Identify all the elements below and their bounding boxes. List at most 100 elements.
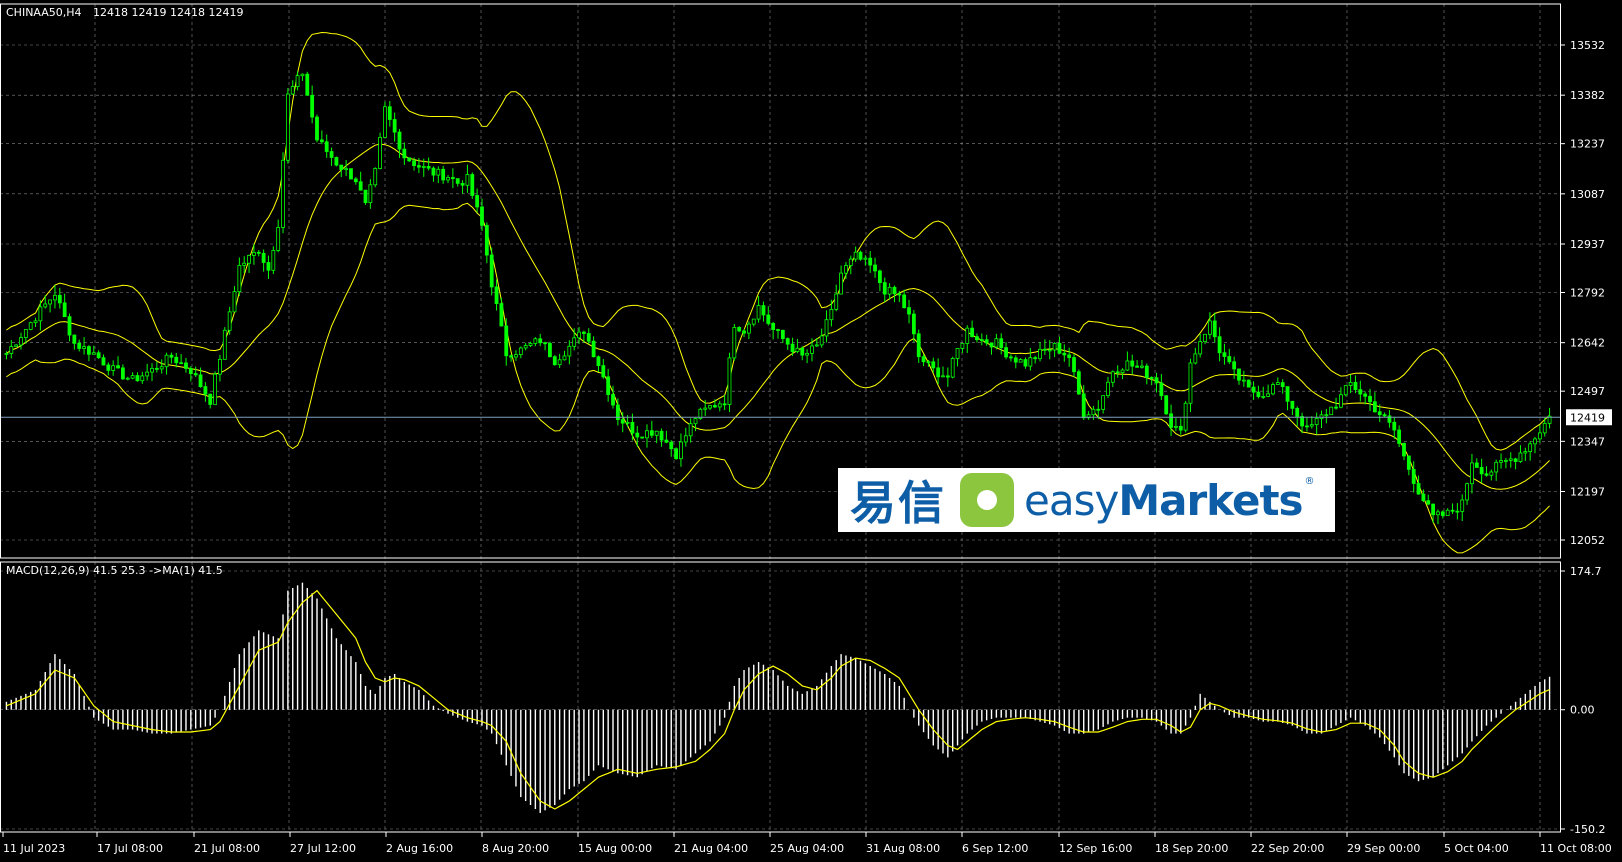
candle-body	[271, 250, 276, 271]
candle-body	[120, 367, 125, 380]
time-tick-label: 21 Jul 08:00	[194, 842, 260, 855]
candle-body	[713, 405, 717, 408]
candle-body	[1033, 357, 1038, 360]
candle-body	[62, 302, 67, 318]
candle-body	[955, 348, 960, 359]
candle-body	[358, 181, 363, 191]
candle-body	[383, 106, 387, 138]
price-candles	[4, 71, 1552, 525]
macd-tick-label: 174.7	[1570, 565, 1602, 578]
candle-body	[154, 367, 159, 370]
candle-body	[116, 365, 120, 369]
candle-body	[1130, 360, 1135, 367]
candle-body	[596, 356, 601, 367]
candle-body	[106, 364, 111, 371]
candle-body	[150, 367, 154, 373]
watermark-en-light: easy	[1024, 475, 1119, 525]
candle-body	[674, 448, 678, 460]
candle-body	[237, 264, 242, 293]
candle-body	[810, 345, 814, 354]
candle-body	[1144, 365, 1149, 378]
candle-body	[1290, 400, 1295, 409]
candle-body	[111, 365, 116, 371]
candle-body	[795, 347, 800, 353]
candle-body	[994, 338, 999, 348]
candle-body	[407, 157, 412, 162]
candle-body	[562, 355, 567, 361]
candle-body	[717, 403, 722, 408]
candle-body	[1207, 320, 1212, 335]
candle-body	[581, 331, 586, 334]
candle-body	[339, 164, 344, 170]
candle-body	[256, 251, 261, 254]
macd-label: MACD(12,26,9) 41.5 25.3 ->MA(1) 41.5	[6, 564, 223, 577]
candle-body	[1440, 511, 1445, 516]
macd-histogram	[5, 582, 1551, 813]
candle-body	[635, 432, 640, 438]
candle-body	[970, 327, 975, 338]
price-tick-label: 12642	[1570, 337, 1605, 350]
candle-body	[863, 257, 868, 260]
candle-body	[931, 361, 936, 369]
candle-body	[1212, 320, 1217, 338]
candle-body	[1470, 462, 1474, 485]
candle-body	[1125, 360, 1130, 371]
candle-body	[654, 430, 659, 436]
chart-area[interactable]: 13532 13382 13237 13087 12937 12792 12642 12497…	[0, 0, 1622, 862]
candle-body	[1140, 365, 1144, 368]
candle-body	[1018, 359, 1023, 363]
candle-body	[1164, 395, 1169, 415]
candle-body	[1372, 401, 1377, 413]
candle-body	[285, 93, 290, 161]
candle-body	[722, 403, 727, 406]
watermark-reg-mark: ®	[1304, 475, 1315, 487]
time-tick-label: 21 Aug 04:00	[674, 842, 748, 855]
candle-body	[941, 375, 945, 378]
candle-body	[378, 136, 382, 169]
candle-body	[159, 366, 164, 370]
candle-body	[417, 165, 421, 168]
watermark-cn-text: 易信	[850, 476, 946, 530]
candle-body	[198, 374, 203, 388]
time-tick-label: 18 Sep 20:00	[1155, 842, 1228, 855]
candle-body	[640, 436, 645, 439]
candle-body	[101, 357, 106, 366]
candle-body	[548, 342, 552, 358]
candle-body	[732, 327, 737, 359]
candle-body	[1523, 451, 1528, 454]
candle-body	[586, 333, 591, 342]
candle-body	[135, 375, 140, 382]
candle-body	[518, 347, 523, 356]
price-tick-label: 13087	[1570, 188, 1605, 201]
candle-body	[1339, 394, 1343, 408]
candle-body	[839, 272, 843, 295]
price-axis: 13532 13382 13237 13087 12937 12792 12642 12497…	[1560, 39, 1605, 547]
candle-body	[975, 336, 979, 341]
candle-body	[1193, 353, 1198, 364]
candle-body	[649, 430, 654, 436]
candle-body	[1494, 461, 1499, 473]
candle-body	[601, 365, 606, 378]
candle-body	[1042, 348, 1047, 351]
candle-body	[824, 319, 829, 337]
candle-body	[1154, 377, 1159, 384]
candle-body	[261, 252, 266, 263]
easymarkets-logo-icon	[960, 473, 1014, 527]
candle-body	[1091, 408, 1096, 416]
candle-body	[1406, 455, 1411, 470]
candle-body	[1465, 483, 1469, 501]
time-tick-label: 29 Sep 00:00	[1347, 842, 1420, 855]
candle-body	[950, 358, 955, 378]
symbol-title: CHINAA50,H4 12418 12419 12418 12419	[6, 6, 244, 19]
candle-body	[48, 299, 53, 305]
symbol-name: CHINAA50,H4	[6, 6, 82, 19]
candle-body	[1421, 493, 1426, 502]
candle-body	[911, 313, 916, 335]
time-tick-label: 27 Jul 12:00	[290, 842, 356, 855]
candle-body	[300, 73, 305, 77]
candle-body	[834, 293, 839, 310]
candle-body	[1120, 369, 1125, 374]
price-tick-label: 12497	[1570, 385, 1605, 398]
candle-body	[1416, 483, 1421, 495]
candle-body	[577, 331, 581, 339]
